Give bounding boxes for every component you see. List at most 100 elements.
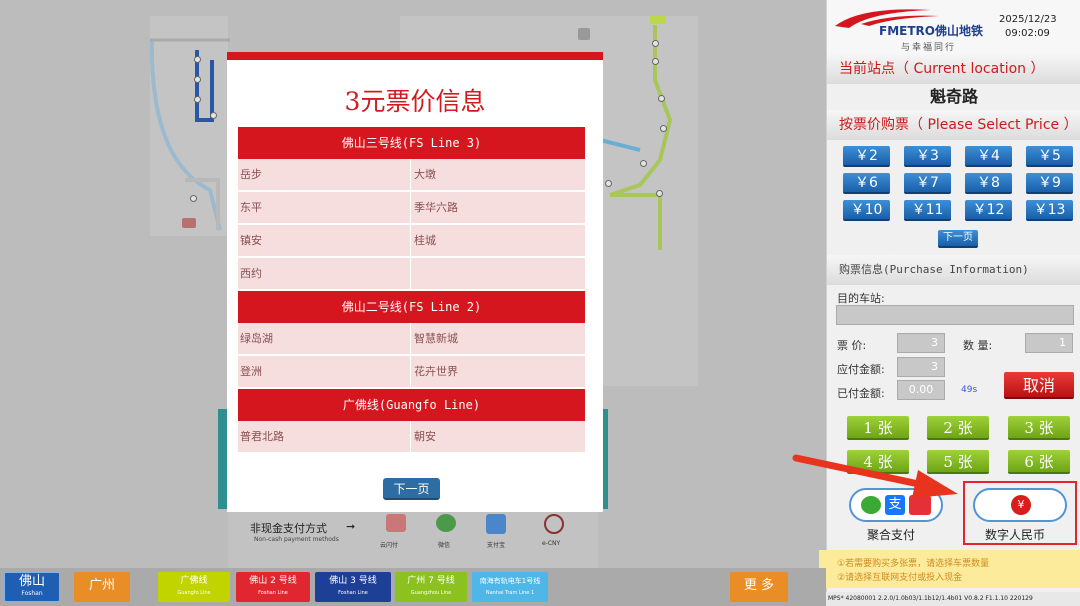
price-button-2[interactable]: ￥2 (843, 146, 890, 167)
station-name: 登洲 (238, 356, 411, 388)
tab-line-en: Nanhai Tram Line 1 (485, 590, 535, 596)
status-bar: MPS* 42080001 2.2.0/1.0b03/1.1b12/1.4b01… (826, 592, 1080, 606)
ecny-pay-button[interactable]: ¥ (973, 488, 1067, 522)
station-dot (194, 76, 201, 83)
station-name: 智慧新城 (414, 332, 458, 345)
tab-city-foshan-en: Foshan (21, 590, 43, 597)
price-button-11[interactable]: ￥11 (904, 200, 951, 221)
tab-line-foshan-2[interactable]: 佛山 2 号线 Foshan Line (236, 572, 310, 602)
alipay-icon (486, 514, 506, 534)
station-name: 花卉世界 (414, 365, 458, 378)
station-name: 岳步 (238, 159, 411, 191)
current-station: 魁奇路 (929, 87, 978, 106)
price-next-page-button[interactable]: 下一页 (938, 230, 978, 248)
noncash-payment-strip: 非现金支付方式 ➞ Non-cash payment methods 云闪付 微… (228, 510, 598, 568)
price-button-3[interactable]: ￥3 (904, 146, 951, 167)
notice-banner: ①若需要购买多张票，请选择车票数量 ②请选择互联网支付或投入现金 (819, 550, 1080, 588)
station-name: 季华六路 (414, 201, 458, 214)
date-display: 2025/12/23 (999, 14, 1057, 25)
paid-field: 0.00 (897, 380, 945, 400)
ecny-icon: ¥ (1011, 495, 1031, 515)
station-row: 普君北路 朝安 (238, 421, 585, 453)
due-field: 3 (897, 357, 945, 377)
price-button-7[interactable]: ￥7 (904, 173, 951, 194)
line-header: 佛山三号线(FS Line 3) (238, 127, 585, 159)
price-button-9[interactable]: ￥9 (1026, 173, 1073, 194)
station-dot (605, 180, 612, 187)
unionpay-icon (386, 514, 406, 532)
wechat-label: 微信 (438, 542, 451, 549)
price-button-6[interactable]: ￥6 (843, 173, 890, 194)
station-name: 东平 (238, 192, 411, 224)
tab-line-name: 广佛线 (180, 576, 208, 586)
notice-line-1: ①若需要购买多张票，请选择车票数量 (837, 559, 990, 569)
more-button[interactable]: 更 多 (730, 572, 788, 602)
tab-line-guangzhou-7[interactable]: 广州 7 号线 Guangzhou Line (395, 572, 467, 602)
transfer-marker (182, 218, 196, 228)
tab-line-en: Foshan Line (338, 590, 368, 596)
tab-line-name: 南海有轨电车1号线 (479, 577, 541, 585)
station-row: 西约 (238, 258, 585, 290)
map-legend-icon (578, 28, 590, 40)
current-location-heading: 当前站点（ Current location ） (827, 54, 1080, 84)
aggregate-pay-label: 聚合支付 (867, 528, 916, 542)
tab-city-foshan-label: 佛山 (18, 574, 45, 589)
price-label: 票 价: (837, 339, 867, 352)
tab-line-name: 广州 7 号线 (407, 576, 455, 586)
header: FMETRO佛山地铁 与幸福同行 2025/12/23 09:02:09 (827, 0, 1080, 56)
station-name: 大墩 (414, 168, 436, 181)
price-button-5[interactable]: ￥5 (1026, 146, 1073, 167)
tab-city-foshan[interactable]: 佛山 Foshan (4, 572, 60, 602)
quantity-button-2[interactable]: 2 张 (927, 416, 989, 440)
price-button-8[interactable]: ￥8 (965, 173, 1012, 194)
modal-next-page-button[interactable]: 下一页 (383, 478, 440, 500)
quantity-button-3[interactable]: 3 张 (1008, 416, 1070, 440)
quantity-label: 数 量: (963, 339, 993, 352)
unionpay-label: 云闪付 (380, 542, 399, 549)
station-dot (194, 96, 201, 103)
tab-line-en: Guangzhou Line (410, 590, 452, 596)
cancel-button[interactable]: 取消 (1004, 372, 1074, 399)
countdown-timer: 49s (961, 385, 978, 395)
pointer-arrow-icon (792, 454, 958, 498)
station-name: 绿岛湖 (238, 323, 411, 355)
ticket-panel: FMETRO佛山地铁 与幸福同行 2025/12/23 09:02:09 当前站… (819, 0, 1080, 606)
station-dot (194, 56, 201, 63)
alipay-label: 支付宝 (487, 542, 506, 549)
wechat-icon (436, 514, 456, 532)
station-name: 朝安 (414, 430, 436, 443)
station-row: 登洲 花卉世界 (238, 356, 585, 388)
tab-line-foshan-3[interactable]: 佛山 3 号线 Foshan Line (315, 572, 391, 602)
quantity-button-6[interactable]: 6 张 (1008, 450, 1070, 474)
price-button-10[interactable]: ￥10 (843, 200, 890, 221)
quantity-button-1[interactable]: 1 张 (847, 416, 909, 440)
noncash-title: 非现金支付方式 (250, 522, 327, 535)
fare-info-modal: 3元票价信息 佛山三号线(FS Line 3) 岳步 大墩 东平 季华六路 镇安… (227, 52, 603, 512)
tab-line-en: Guangfo Line (177, 590, 211, 596)
station-dot (660, 125, 667, 132)
ecny-pay-label: 数字人民币 (985, 528, 1046, 542)
station-row: 绿岛湖 智慧新城 (238, 323, 585, 355)
price-button-13[interactable]: ￥13 (1026, 200, 1073, 221)
line-header: 佛山二号线(FS Line 2) (238, 291, 585, 323)
station-dot (190, 195, 197, 202)
station-dot (656, 190, 663, 197)
price-button-12[interactable]: ￥12 (965, 200, 1012, 221)
station-name: 桂城 (414, 234, 436, 247)
modal-title: 3元票价信息 (344, 87, 486, 116)
price-button-4[interactable]: ￥4 (965, 146, 1012, 167)
station-row: 岳步 大墩 (238, 159, 585, 191)
tab-line-name: 佛山 2 号线 (249, 576, 297, 586)
tab-city-guangzhou[interactable]: 广州 (74, 572, 130, 602)
price-select-heading: 按票价购票（ Please Select Price ） (827, 110, 1080, 140)
ecny-label: e-CNY (542, 540, 561, 547)
brand-slogan: 与幸福同行 (901, 43, 957, 53)
purchase-info-heading: 购票信息(Purchase Information) (827, 255, 1080, 285)
station-dot (210, 112, 217, 119)
noncash-subtitle: Non-cash payment methods (254, 536, 339, 543)
tab-line-en: Foshan Line (258, 590, 288, 596)
tab-line-nanhai-tram[interactable]: 南海有轨电车1号线 Nanhai Tram Line 1 (472, 572, 548, 602)
tab-line-guangfo[interactable]: 广佛线 Guangfo Line (158, 572, 230, 602)
map-line-marker (650, 16, 666, 24)
station-name: 西约 (238, 258, 411, 290)
